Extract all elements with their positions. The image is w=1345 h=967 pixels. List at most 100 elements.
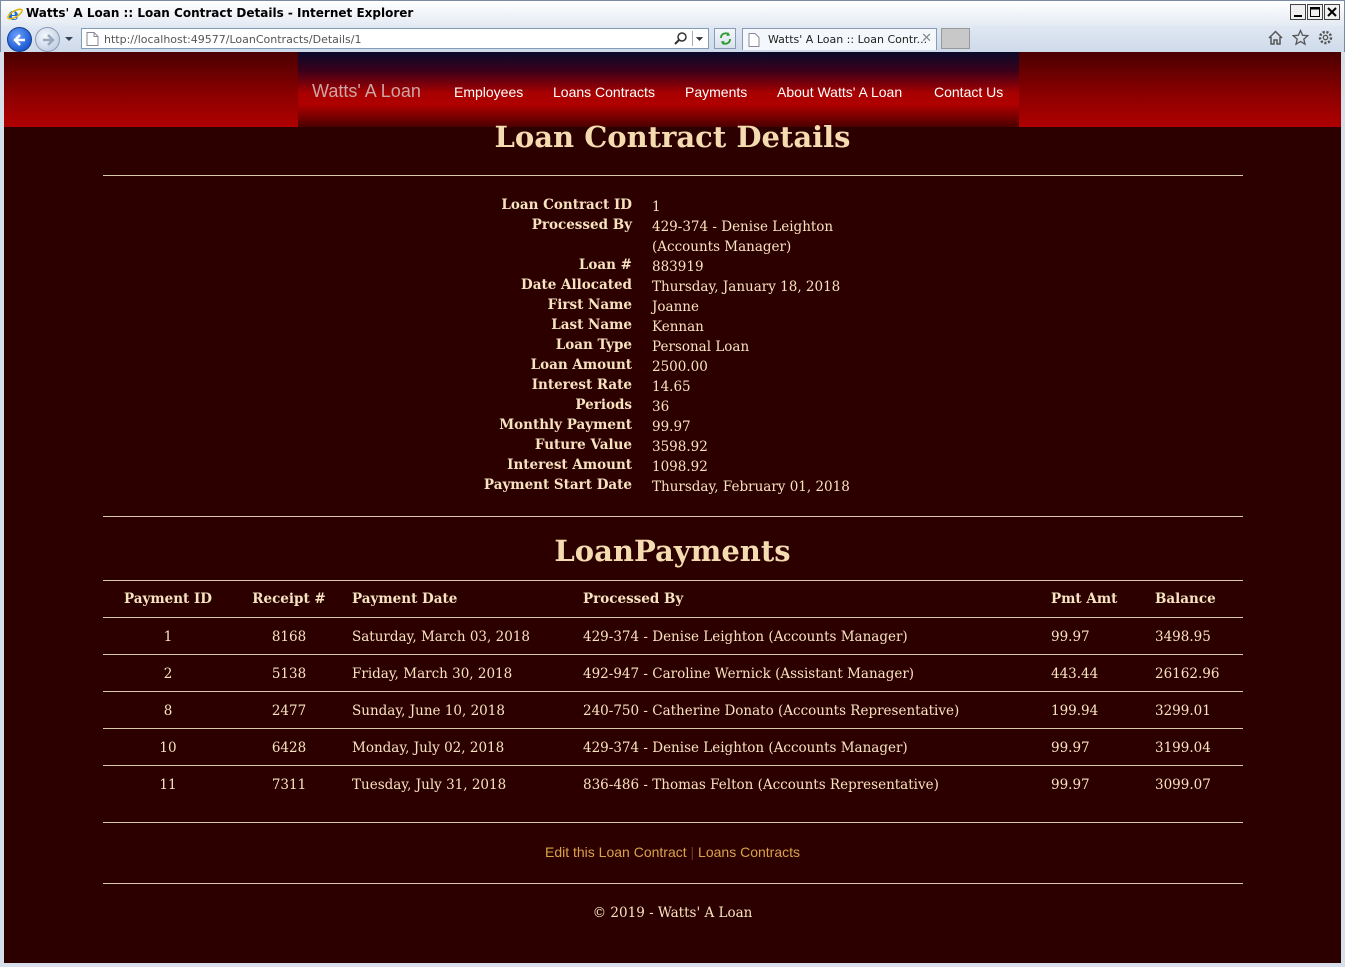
detail-value: Thursday, February 01, 2018: [652, 479, 850, 495]
payments-title: LoanPayments: [554, 534, 791, 568]
table-header-row: Payment ID Receipt # Payment Date Proces…: [103, 580, 1243, 617]
detail-value: Thursday, January 18, 2018: [652, 279, 841, 295]
detail-label: Date Allocated: [521, 277, 632, 293]
top-navbar: Watts' A Loan Employees Loans Contracts …: [4, 52, 1341, 127]
table-row: 8 2477 Sunday, June 10, 2018 240-750 - C…: [103, 691, 1243, 728]
detail-value: 99.97: [652, 419, 691, 435]
cell-balance: 3498.95: [1155, 629, 1211, 645]
maximize-icon: [1310, 7, 1320, 17]
page-viewport: Watts' A Loan Employees Loans Contracts …: [4, 52, 1341, 963]
cell-payment-date: Monday, July 02, 2018: [352, 740, 505, 756]
nav-payments[interactable]: Payments: [685, 84, 747, 100]
cell-balance: 3299.01: [1155, 703, 1211, 719]
detail-label: Periods: [575, 397, 632, 413]
detail-label: Future Value: [534, 437, 632, 453]
column-header-receipt: Receipt #: [252, 591, 326, 607]
navbar-menu: Watts' A Loan Employees Loans Contracts …: [298, 52, 1019, 127]
loans-contracts-link[interactable]: Loans Contracts: [698, 844, 800, 860]
detail-label: Payment Start Date: [483, 477, 632, 493]
cell-payment-date: Saturday, March 03, 2018: [352, 629, 530, 645]
detail-label: Interest Rate: [531, 377, 632, 393]
nav-about[interactable]: About Watts' A Loan: [777, 84, 902, 100]
address-dropdown-icon[interactable]: [692, 31, 706, 46]
cell-payment-id: 8: [163, 703, 173, 719]
table-row: 10 6428 Monday, July 02, 2018 429-374 - …: [103, 728, 1243, 765]
window-title: Watts' A Loan :: Loan Contract Details -…: [26, 6, 414, 20]
table-row: 11 7311 Tuesday, July 31, 2018 836-486 -…: [103, 765, 1243, 802]
detail-label: Loan Amount: [530, 357, 632, 373]
cell-pmt-amt: 99.97: [1051, 629, 1090, 645]
minimize-icon: [1294, 15, 1302, 17]
page-icon: [86, 32, 99, 46]
divider: [103, 516, 1243, 517]
back-button[interactable]: [7, 27, 32, 52]
cell-pmt-amt: 99.97: [1051, 740, 1090, 756]
detail-label: Processed By: [531, 217, 632, 233]
cell-receipt: 6428: [271, 740, 307, 756]
cell-pmt-amt: 99.97: [1051, 777, 1090, 793]
refresh-icon: [720, 32, 731, 45]
tab-close-icon[interactable]: ✕: [921, 31, 932, 46]
new-tab-button[interactable]: [941, 28, 970, 49]
close-window-button[interactable]: [1324, 4, 1340, 20]
cell-balance: 3099.07: [1155, 777, 1211, 793]
compatibility-refresh-button[interactable]: [714, 28, 736, 49]
table-row: 1 8168 Saturday, March 03, 2018 429-374 …: [103, 617, 1243, 654]
cell-payment-id: 1: [163, 629, 173, 645]
detail-value: 14.65: [652, 379, 691, 395]
divider: [103, 822, 1243, 823]
divider: [103, 883, 1243, 884]
nav-loans-contracts[interactable]: Loans Contracts: [553, 84, 655, 100]
window-titlebar: e Watts' A Loan :: Loan Contract Details…: [0, 0, 1345, 26]
address-input[interactable]: http://localhost:49577/LoanContracts/Det…: [81, 28, 709, 49]
window-frame-bottom: [0, 963, 1345, 967]
action-links: Edit this Loan Contract | Loans Contract…: [4, 844, 1341, 860]
detail-label: Last Name: [551, 317, 632, 333]
column-header-payment-date: Payment Date: [352, 591, 458, 607]
detail-label: First Name: [547, 297, 632, 313]
browser-tab[interactable]: Watts' A Loan :: Loan Contr... ✕: [742, 28, 937, 50]
detail-value: 3598.92: [652, 439, 708, 455]
detail-value: 1098.92: [652, 459, 708, 475]
minimize-button[interactable]: [1290, 4, 1306, 20]
cell-processed-by: 836-486 - Thomas Felton (Accounts Repres…: [583, 777, 939, 793]
home-icon[interactable]: [1267, 29, 1284, 46]
cell-payment-id: 2: [163, 666, 173, 682]
cell-payment-date: Tuesday, July 31, 2018: [352, 777, 507, 793]
link-separator: |: [690, 844, 695, 860]
maximize-button[interactable]: [1307, 4, 1323, 20]
cell-processed-by: 429-374 - Denise Leighton (Accounts Mana…: [583, 629, 908, 645]
history-dropdown-icon[interactable]: [63, 34, 75, 44]
brand-link[interactable]: Watts' A Loan: [312, 81, 421, 102]
page-icon: [748, 33, 760, 47]
back-arrow-icon: [13, 34, 25, 46]
detail-value: Kennan: [652, 319, 704, 335]
page-title: Loan Contract Details: [494, 120, 851, 154]
gear-icon[interactable]: [1317, 29, 1334, 46]
cell-balance: 26162.96: [1155, 666, 1220, 682]
cell-receipt: 7311: [271, 777, 307, 793]
cell-payment-id: 10: [159, 740, 177, 756]
favorites-star-icon[interactable]: [1292, 29, 1309, 46]
detail-label: Loan #: [578, 257, 632, 273]
detail-value: Joanne: [652, 299, 699, 315]
column-header-payment-id: Payment ID: [123, 591, 213, 607]
detail-value: Personal Loan: [652, 339, 750, 355]
tab-title: Watts' A Loan :: Loan Contr...: [768, 33, 928, 46]
internet-explorer-icon: e: [7, 5, 23, 22]
nav-employees[interactable]: Employees: [454, 84, 523, 100]
detail-label: Loan Type: [555, 337, 632, 353]
forward-button[interactable]: [35, 27, 60, 52]
cell-pmt-amt: 443.44: [1051, 666, 1099, 682]
cell-receipt: 8168: [271, 629, 307, 645]
edit-loan-contract-link[interactable]: Edit this Loan Contract: [545, 844, 687, 860]
detail-value: 429-374 - Denise Leighton: [652, 219, 834, 235]
cell-payment-date: Sunday, June 10, 2018: [352, 703, 505, 719]
detail-label: Interest Amount: [507, 457, 632, 473]
browser-toolbar: http://localhost:49577/LoanContracts/Det…: [0, 26, 1345, 52]
column-header-pmt-amt: Pmt Amt: [1051, 591, 1118, 607]
nav-contact-us[interactable]: Contact Us: [934, 84, 1003, 100]
search-icon[interactable]: [673, 31, 688, 46]
cell-processed-by: 240-750 - Catherine Donato (Accounts Rep…: [583, 703, 960, 719]
window-frame-right: [1341, 52, 1345, 967]
